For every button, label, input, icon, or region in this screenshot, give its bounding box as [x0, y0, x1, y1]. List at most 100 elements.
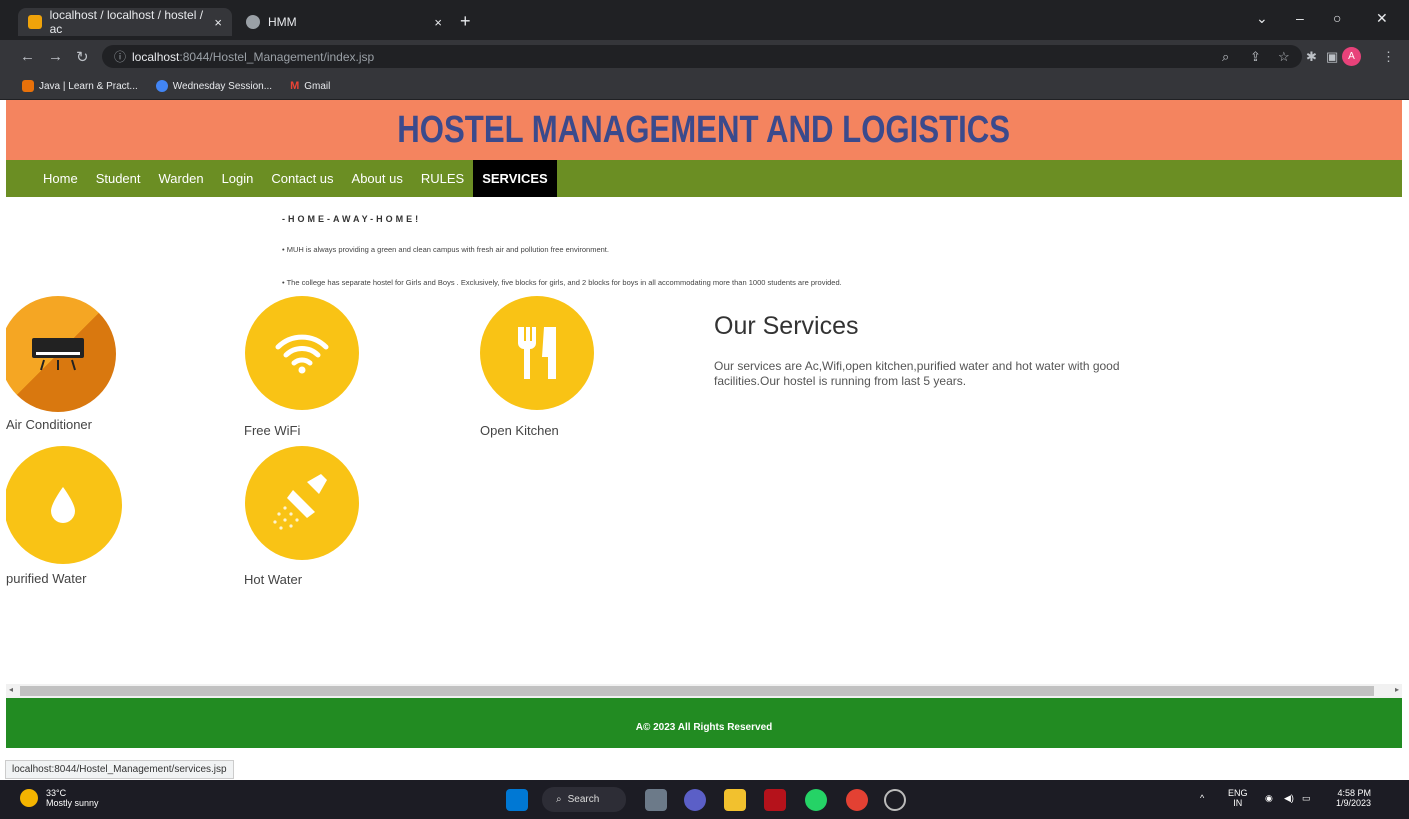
wifi-icon: [275, 334, 329, 374]
air-conditioner-icon: [32, 338, 84, 371]
service-purified-water-tile[interactable]: [6, 446, 122, 564]
wifi-tray-icon[interactable]: ◉: [1265, 793, 1273, 804]
phpmyadmin-favicon-icon: [28, 15, 42, 29]
sidepanel-icon[interactable]: ▣: [1326, 49, 1338, 65]
chat-icon[interactable]: [684, 789, 706, 811]
site-info-icon[interactable]: ⓘ: [114, 48, 126, 65]
tab-close-icon[interactable]: ×: [214, 15, 222, 30]
search-icon: ⌕: [556, 794, 562, 805]
zoom-icon[interactable]: ⌕: [1222, 49, 1229, 65]
task-view-icon[interactable]: [645, 789, 667, 811]
tab-title: localhost / localhost / hostel / ac: [49, 8, 204, 36]
nav-contact[interactable]: Contact us: [262, 160, 342, 197]
forward-icon[interactable]: →: [48, 48, 63, 65]
copyright-text: A© 2023 All Rights Reserved: [635, 722, 773, 733]
date: 1/9/2023: [1336, 798, 1372, 808]
nav-student[interactable]: Student: [87, 160, 150, 197]
lang-code: ENG: [1228, 788, 1248, 798]
service-label: Open Kitchen: [480, 423, 559, 438]
close-window-button[interactable]: ✕: [1376, 10, 1388, 27]
service-label: Free WiFi: [244, 423, 301, 438]
web-page: HOSTEL MANAGEMENT AND LOGISTICS Home Stu…: [6, 100, 1402, 750]
taskbar-search[interactable]: ⌕ Search: [542, 787, 626, 812]
weather-text: Mostly sunny: [46, 798, 99, 808]
horizontal-scrollbar[interactable]: ◂ ▸: [6, 684, 1402, 698]
tab-close-icon[interactable]: ×: [434, 15, 442, 30]
scroll-left-icon[interactable]: ◂: [9, 685, 13, 694]
meet-bookmark-icon: [155, 80, 168, 92]
tab-hmm[interactable]: HMM ×: [236, 8, 452, 36]
bookmark-label: Wednesday Session...: [172, 80, 273, 92]
scrollbar-thumb[interactable]: [20, 686, 1374, 696]
bookmark-wednesday[interactable]: Wednesday Session...: [155, 80, 273, 92]
shower-icon: [273, 474, 327, 530]
whatsapp-icon[interactable]: [805, 789, 827, 811]
nav-about[interactable]: About us: [343, 160, 412, 197]
minimize-button[interactable]: –: [1296, 10, 1304, 26]
clock[interactable]: 4:58 PM 1/9/2023: [1336, 788, 1371, 808]
maximize-button[interactable]: ○: [1333, 10, 1341, 26]
water-drop-icon: [51, 487, 75, 523]
nav-home[interactable]: Home: [34, 160, 87, 197]
url-path: :8044/Hostel_Management/index.jsp: [179, 49, 375, 64]
site-footer: A© 2023 All Rights Reserved: [6, 698, 1402, 748]
url-host: localhost: [132, 49, 180, 64]
service-label: Hot Water: [244, 572, 303, 587]
reload-icon[interactable]: ↻: [76, 48, 89, 66]
service-label: Air Conditioner: [6, 417, 92, 432]
service-label: purified Water: [6, 571, 87, 586]
our-services-description: Our services are Ac,Wifi,open kitchen,pu…: [714, 359, 1120, 388]
windows-taskbar: 33°C Mostly sunny ⌕ Search ^ ENG IN ◉ ◀)…: [0, 780, 1409, 819]
globe-favicon-icon: [246, 15, 260, 29]
info-line: • MUH is always providing a green and cl…: [282, 245, 609, 254]
bookmark-gmail[interactable]: M Gmail: [290, 80, 330, 92]
browser-tab-bar: localhost / localhost / hostel / ac × HM…: [0, 0, 1409, 40]
extensions-icon[interactable]: ✱: [1306, 49, 1317, 65]
language-indicator[interactable]: ENG IN: [1228, 788, 1248, 808]
java-bookmark-icon: [22, 80, 34, 92]
info-line: • The college has separate hostel for Gi…: [282, 278, 842, 287]
service-hot-water-tile[interactable]: [245, 446, 359, 560]
volume-icon[interactable]: ◀): [1284, 793, 1294, 804]
menu-kebab-icon[interactable]: ⋮: [1382, 49, 1395, 65]
chrome-icon[interactable]: [846, 789, 868, 811]
new-tab-button[interactable]: +: [460, 11, 471, 32]
nav-rules[interactable]: RULES: [412, 160, 473, 197]
screen: localhost / localhost / hostel / ac × HM…: [0, 0, 1409, 819]
main-nav: Home Student Warden Login Contact us Abo…: [6, 160, 1402, 197]
bookmark-java[interactable]: Java | Learn & Pract...: [22, 80, 138, 92]
service-kitchen-tile[interactable]: [480, 296, 594, 410]
site-title: HOSTEL MANAGEMENT AND LOGISTICS: [397, 109, 1011, 151]
acrobat-icon[interactable]: [764, 789, 786, 811]
time: 4:58 PM: [1337, 788, 1372, 798]
our-services-heading: Our Services: [714, 312, 859, 340]
nav-services[interactable]: SERVICES: [473, 160, 557, 197]
nav-warden[interactable]: Warden: [150, 160, 213, 197]
url-input[interactable]: ⓘ localhost:8044/Hostel_Management/index…: [102, 45, 1302, 68]
bookmarks-bar: Java | Learn & Pract... Wednesday Sessio…: [0, 73, 1409, 100]
tagline: -HOME-AWAY-HOME!: [282, 214, 422, 224]
service-air-conditioner-tile[interactable]: [6, 296, 116, 412]
scroll-right-icon[interactable]: ▸: [1395, 685, 1399, 694]
kitchen-icon: [518, 327, 556, 379]
tab-search-chevron-icon[interactable]: ⌄: [1256, 10, 1268, 27]
start-windows-icon[interactable]: [506, 789, 528, 811]
bookmark-star-icon[interactable]: ☆: [1278, 49, 1290, 65]
temperature: 33°C: [46, 788, 67, 798]
settings-gear-icon[interactable]: [884, 789, 906, 811]
tray-chevron-icon[interactable]: ^: [1200, 793, 1204, 803]
tab-phpmyadmin[interactable]: localhost / localhost / hostel / ac ×: [18, 8, 232, 36]
search-label: Search: [567, 794, 600, 805]
file-explorer-icon[interactable]: [724, 789, 746, 811]
weather-widget[interactable]: 33°C Mostly sunny: [20, 788, 99, 808]
battery-icon[interactable]: ▭: [1302, 793, 1311, 804]
share-icon[interactable]: ⇪: [1250, 49, 1261, 65]
back-icon[interactable]: ←: [20, 48, 35, 65]
gmail-icon: M: [290, 80, 300, 92]
service-wifi-tile[interactable]: [245, 296, 359, 410]
nav-login[interactable]: Login: [213, 160, 263, 197]
region-code: IN: [1233, 798, 1243, 808]
tab-title: HMM: [268, 15, 297, 29]
sun-icon: [20, 789, 38, 807]
profile-avatar[interactable]: A: [1342, 47, 1361, 66]
